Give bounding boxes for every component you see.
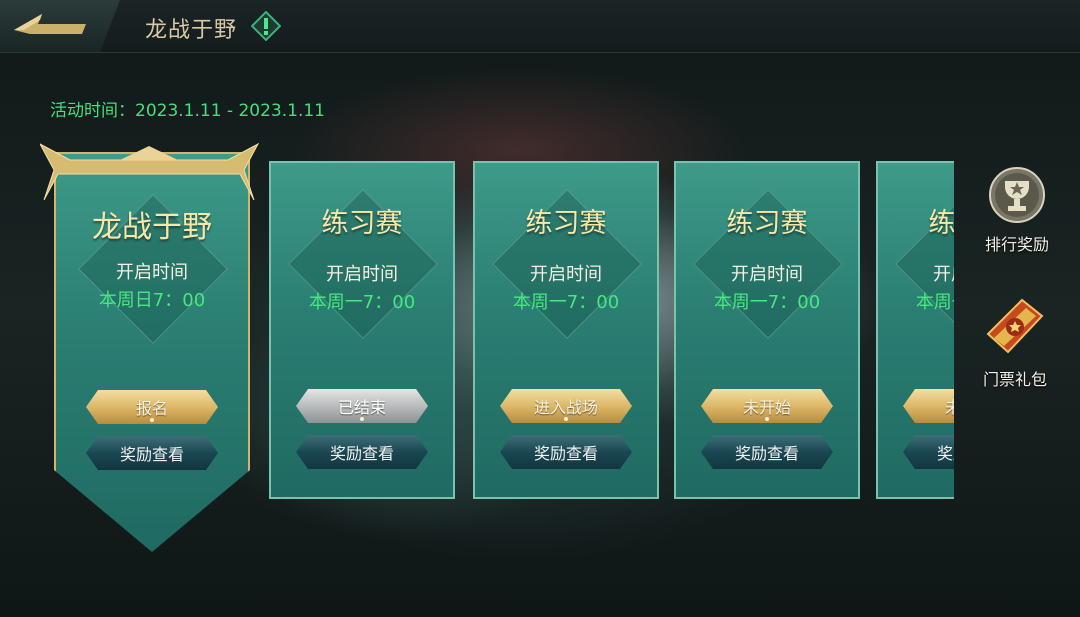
card-time-label: 开启时间 bbox=[731, 264, 803, 285]
event-card[interactable]: 练习赛 开启时间 本周一7：00 未开始 奖励查看 bbox=[674, 161, 860, 499]
reward-view-label: 奖励查看 bbox=[119, 445, 184, 464]
signup-button-label: 报名 bbox=[135, 399, 168, 418]
card-name: 龙战于野 bbox=[92, 210, 212, 245]
reward-view-label: 奖励查看 bbox=[734, 444, 799, 463]
ticket-pack-button[interactable]: 门票礼包 bbox=[970, 294, 1060, 390]
card-time-value: 本周一7：00 bbox=[308, 292, 416, 313]
ranking-reward-label: 排行奖励 bbox=[984, 235, 1049, 254]
button-dot-icon bbox=[150, 418, 154, 422]
reward-view-button[interactable]: 奖励查看 bbox=[86, 436, 218, 470]
card-time-label: 开启时间 bbox=[326, 264, 398, 285]
activity-period: 活动时间：2023.1.11 - 2023.1.11 bbox=[50, 96, 325, 121]
card-name: 练习赛 bbox=[321, 208, 403, 239]
card-time-value: 本周一7：00 bbox=[512, 292, 620, 313]
ranking-reward-button[interactable]: 排行奖励 bbox=[972, 165, 1062, 255]
enter-battle-button[interactable]: 进入战场 bbox=[500, 389, 632, 423]
back-arrow-icon bbox=[14, 14, 86, 34]
card-time-label: 开启时间 bbox=[116, 262, 188, 283]
selected-crown-frame bbox=[40, 142, 260, 200]
not-started-label: 未开始 bbox=[944, 398, 954, 417]
activity-period-range: 2023.1.11 - 2023.1.11 bbox=[135, 101, 325, 121]
not-started-label: 未开始 bbox=[742, 398, 791, 417]
card-name: 练习赛 bbox=[928, 208, 955, 239]
button-dot-icon bbox=[765, 417, 769, 421]
card-time-value: 本周日7：00 bbox=[98, 290, 206, 311]
signup-button[interactable]: 报名 bbox=[86, 390, 218, 424]
reward-view-label: 奖励查看 bbox=[329, 444, 394, 463]
ticket-pack-icon bbox=[986, 298, 1044, 354]
event-card[interactable]: 练习赛 开启时间 本周一7：00 已结束 奖励查看 bbox=[269, 161, 455, 499]
event-card[interactable]: 练习赛 开启时间 本周一7：00 进入战场 奖励查看 bbox=[473, 161, 659, 499]
reward-view-button[interactable]: 奖励查看 bbox=[296, 435, 428, 469]
not-started-button[interactable]: 未开始 bbox=[701, 389, 833, 423]
event-card-selected[interactable]: 龙战于野 开启时间 本周日7：00 报名 奖励查看 bbox=[54, 152, 250, 552]
not-started-button[interactable]: 未开始 bbox=[903, 389, 954, 423]
top-bar: 龙战于野 bbox=[0, 0, 1080, 53]
card-time-value: 本周一7：00 bbox=[713, 292, 821, 313]
reward-view-label: 奖励查看 bbox=[936, 444, 954, 463]
card-name: 练习赛 bbox=[525, 208, 607, 239]
event-card-list[interactable]: 龙战于野 开启时间 本周日7：00 报名 奖励查看 练习赛 开启时间 本周一7：… bbox=[40, 140, 954, 560]
card-time-label: 开启时间 bbox=[933, 264, 954, 285]
ticket-pack-label: 门票礼包 bbox=[982, 370, 1047, 389]
reward-view-button[interactable]: 奖励查看 bbox=[500, 435, 632, 469]
info-icon[interactable] bbox=[251, 11, 281, 41]
button-dot-icon bbox=[564, 417, 568, 421]
card-time-value: 本周一7：00 bbox=[915, 292, 954, 313]
page-title: 龙战于野 bbox=[145, 18, 238, 43]
reward-view-button[interactable]: 奖励查看 bbox=[701, 435, 833, 469]
button-dot-icon bbox=[360, 417, 364, 421]
enter-battle-label: 进入战场 bbox=[533, 398, 598, 417]
ended-button-label: 已结束 bbox=[337, 398, 386, 417]
reward-view-label: 奖励查看 bbox=[533, 444, 598, 463]
activity-period-label: 活动时间： bbox=[50, 101, 135, 121]
card-name: 练习赛 bbox=[726, 208, 808, 239]
trophy-icon bbox=[989, 167, 1045, 223]
card-time-label: 开启时间 bbox=[530, 264, 602, 285]
event-card[interactable]: 练习赛 开启时间 本周一7：00 未开始 奖励查看 bbox=[876, 161, 954, 499]
ended-button[interactable]: 已结束 bbox=[296, 389, 428, 423]
back-button[interactable] bbox=[0, 0, 120, 52]
reward-view-button[interactable]: 奖励查看 bbox=[903, 435, 954, 469]
